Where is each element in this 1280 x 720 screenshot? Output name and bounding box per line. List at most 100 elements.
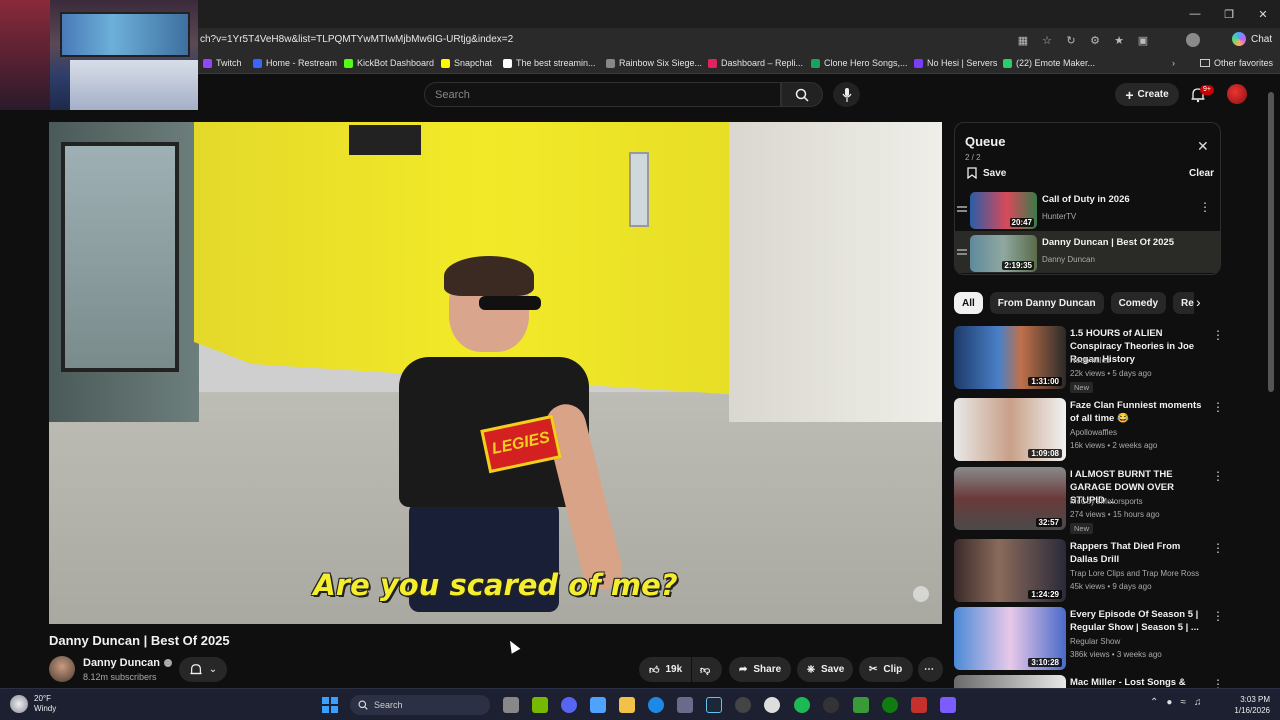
bookmark-item[interactable]: No Hesi | Servers: [914, 58, 997, 68]
settings-gear-icon[interactable]: [764, 697, 780, 713]
queue-item-title: Danny Duncan | Best Of 2025: [1042, 237, 1175, 248]
more-vertical-icon[interactable]: ⋮: [1212, 677, 1224, 688]
file-explorer-icon[interactable]: [619, 697, 635, 713]
video-thumbnail[interactable]: 3:10:28: [954, 607, 1066, 670]
drag-handle-icon[interactable]: [957, 206, 967, 208]
refresh-icon[interactable]: ↻: [1064, 33, 1078, 47]
weather-widget[interactable]: 20°F Windy: [10, 694, 56, 714]
queue-thumbnail[interactable]: 2:19:35: [970, 235, 1037, 272]
minimize-icon[interactable]: —: [1178, 0, 1212, 28]
search-button[interactable]: [781, 82, 823, 107]
save-button[interactable]: ⎈ Save: [797, 657, 853, 682]
bookmark-item[interactable]: Dashboard – Repli...: [708, 58, 803, 68]
dislike-button[interactable]: 👎︎: [692, 657, 722, 682]
more-vertical-icon[interactable]: ⋮: [1212, 609, 1224, 623]
copilot-app-icon[interactable]: [590, 697, 606, 713]
url-text[interactable]: ch?v=1Yr5T4VeH8w&list=TLPQMTYwMTIwMjbMw6…: [200, 34, 513, 45]
recommended-video[interactable]: 1:24:29 Rappers That Died From Dallas Dr…: [954, 539, 1224, 603]
bookmark-item[interactable]: Twitch: [203, 58, 242, 68]
video-thumbnail[interactable]: 1:31:00: [954, 326, 1066, 389]
account-avatar[interactable]: [1227, 84, 1247, 104]
bookmark-item[interactable]: Clone Hero Songs,...: [811, 58, 908, 68]
streamdeck-icon[interactable]: [911, 697, 927, 713]
more-vertical-icon[interactable]: ⋮: [1212, 400, 1224, 414]
nvidia-icon[interactable]: [532, 697, 548, 713]
scrollbar-thumb[interactable]: [1268, 92, 1274, 392]
4k-app-icon[interactable]: [823, 697, 839, 713]
recommended-video[interactable]: 1:09:08 Faze Clan Funniest moments of al…: [954, 398, 1224, 462]
queue-clear-button[interactable]: Clear: [1189, 168, 1214, 179]
voice-search-button[interactable]: [833, 82, 860, 107]
bookmark-item[interactable]: KickBot Dashboard: [344, 58, 434, 68]
volume-icon[interactable]: ♫: [1194, 697, 1202, 708]
queue-item[interactable]: 20:47 Call of Duty in 2026 HunterTV ⋮: [955, 188, 1220, 230]
video-thumbnail[interactable]: 1:09:08: [954, 398, 1066, 461]
video-thumbnail[interactable]: [954, 675, 1066, 688]
queue-save-button[interactable]: Save: [967, 167, 1006, 179]
steam-icon[interactable]: [706, 697, 722, 713]
bookmark-item[interactable]: The best streamin...: [503, 58, 596, 68]
channel-name[interactable]: Danny Duncan: [83, 657, 173, 669]
chevron-up-icon[interactable]: ⌃: [1150, 697, 1158, 708]
profile-avatar[interactable]: [1186, 33, 1200, 47]
apps-icon[interactable]: ▦: [1016, 33, 1030, 47]
chip-all[interactable]: All: [954, 292, 983, 314]
more-vertical-icon[interactable]: ⋮: [1212, 328, 1224, 342]
more-vertical-icon[interactable]: ⋮: [1212, 469, 1224, 483]
like-button[interactable]: 👍︎ 19k: [639, 657, 691, 682]
discord-icon[interactable]: [561, 697, 577, 713]
channel-avatar[interactable]: [49, 656, 75, 682]
wifi-icon[interactable]: ≈: [1180, 697, 1186, 708]
store-icon[interactable]: [677, 697, 693, 713]
close-icon[interactable]: ✕: [1197, 138, 1209, 155]
more-vertical-icon[interactable]: ⋮: [1199, 200, 1211, 214]
extensions-icon[interactable]: ⚙: [1088, 33, 1102, 47]
video-thumbnail[interactable]: 32:57: [954, 467, 1066, 530]
search-input[interactable]: Search: [424, 82, 781, 107]
obs-icon[interactable]: [735, 697, 751, 713]
mic-tray-icon[interactable]: ●: [1166, 697, 1172, 708]
xbox-icon[interactable]: [882, 697, 898, 713]
editor-icon[interactable]: [940, 697, 956, 713]
taskbar-clock[interactable]: 3:03 PM 1/16/2026: [1228, 694, 1270, 716]
bookmark-item[interactable]: Snapchat: [441, 58, 492, 68]
collections-icon[interactable]: ▣: [1136, 33, 1150, 47]
chip-from-channel[interactable]: From Danny Duncan: [989, 292, 1104, 314]
star-icon[interactable]: ☆: [1040, 33, 1054, 47]
favorites-icon[interactable]: ★: [1112, 33, 1126, 47]
recommended-video[interactable]: 32:57 I ALMOST BURNT THE GARAGE DOWN OVE…: [954, 467, 1224, 534]
chip-related[interactable]: Related: [1173, 292, 1194, 314]
windows-start-icon[interactable]: [322, 697, 338, 713]
close-icon[interactable]: ✕: [1246, 0, 1280, 28]
more-actions-button[interactable]: ⋯: [918, 657, 943, 682]
share-button[interactable]: ➦ Share: [729, 657, 791, 682]
bookmark-item[interactable]: Home - Restream: [253, 58, 337, 68]
bookmark-item[interactable]: Rainbow Six Siege...: [606, 58, 702, 68]
task-view-icon[interactable]: [503, 697, 519, 713]
chevron-right-icon[interactable]: ›: [1172, 58, 1175, 68]
maximize-icon[interactable]: ❐: [1212, 0, 1246, 28]
chevron-right-icon[interactable]: ›: [1196, 294, 1201, 310]
recommended-video[interactable]: 1:31:00 1.5 HOURS of ALIEN Conspiracy Th…: [954, 326, 1224, 393]
video-player[interactable]: LEGIES Are you scared of me?: [49, 122, 942, 624]
drag-handle-icon[interactable]: [957, 249, 967, 251]
subscribed-button[interactable]: ⌄: [179, 657, 227, 682]
queue-item-playing[interactable]: 2:19:35 Danny Duncan | Best Of 2025 Dann…: [955, 231, 1220, 273]
spotify-icon[interactable]: [794, 697, 810, 713]
channel-watermark-icon[interactable]: [913, 586, 929, 602]
video-thumbnail[interactable]: 1:24:29: [954, 539, 1066, 602]
other-favorites[interactable]: Other favorites: [1200, 58, 1273, 68]
queue-thumbnail[interactable]: 20:47: [970, 192, 1037, 229]
page-scrollbar[interactable]: [1268, 82, 1274, 682]
recommended-video[interactable]: Mac Miller - Lost Songs & ⋮: [954, 675, 1224, 688]
more-vertical-icon[interactable]: ⋮: [1212, 541, 1224, 555]
taskbar-search[interactable]: Search: [350, 695, 490, 715]
copilot-chat-button[interactable]: Chat: [1232, 32, 1272, 46]
b-app-icon[interactable]: [853, 697, 869, 713]
edge-icon[interactable]: [648, 697, 664, 713]
recommended-video[interactable]: 3:10:28 Every Episode Of Season 5 | Regu…: [954, 607, 1224, 671]
bookmark-item[interactable]: (22) Emote Maker...: [1003, 58, 1095, 68]
clip-button[interactable]: ✂ Clip: [859, 657, 913, 682]
create-button[interactable]: + Create: [1115, 83, 1179, 106]
chip-comedy[interactable]: Comedy: [1110, 292, 1167, 314]
